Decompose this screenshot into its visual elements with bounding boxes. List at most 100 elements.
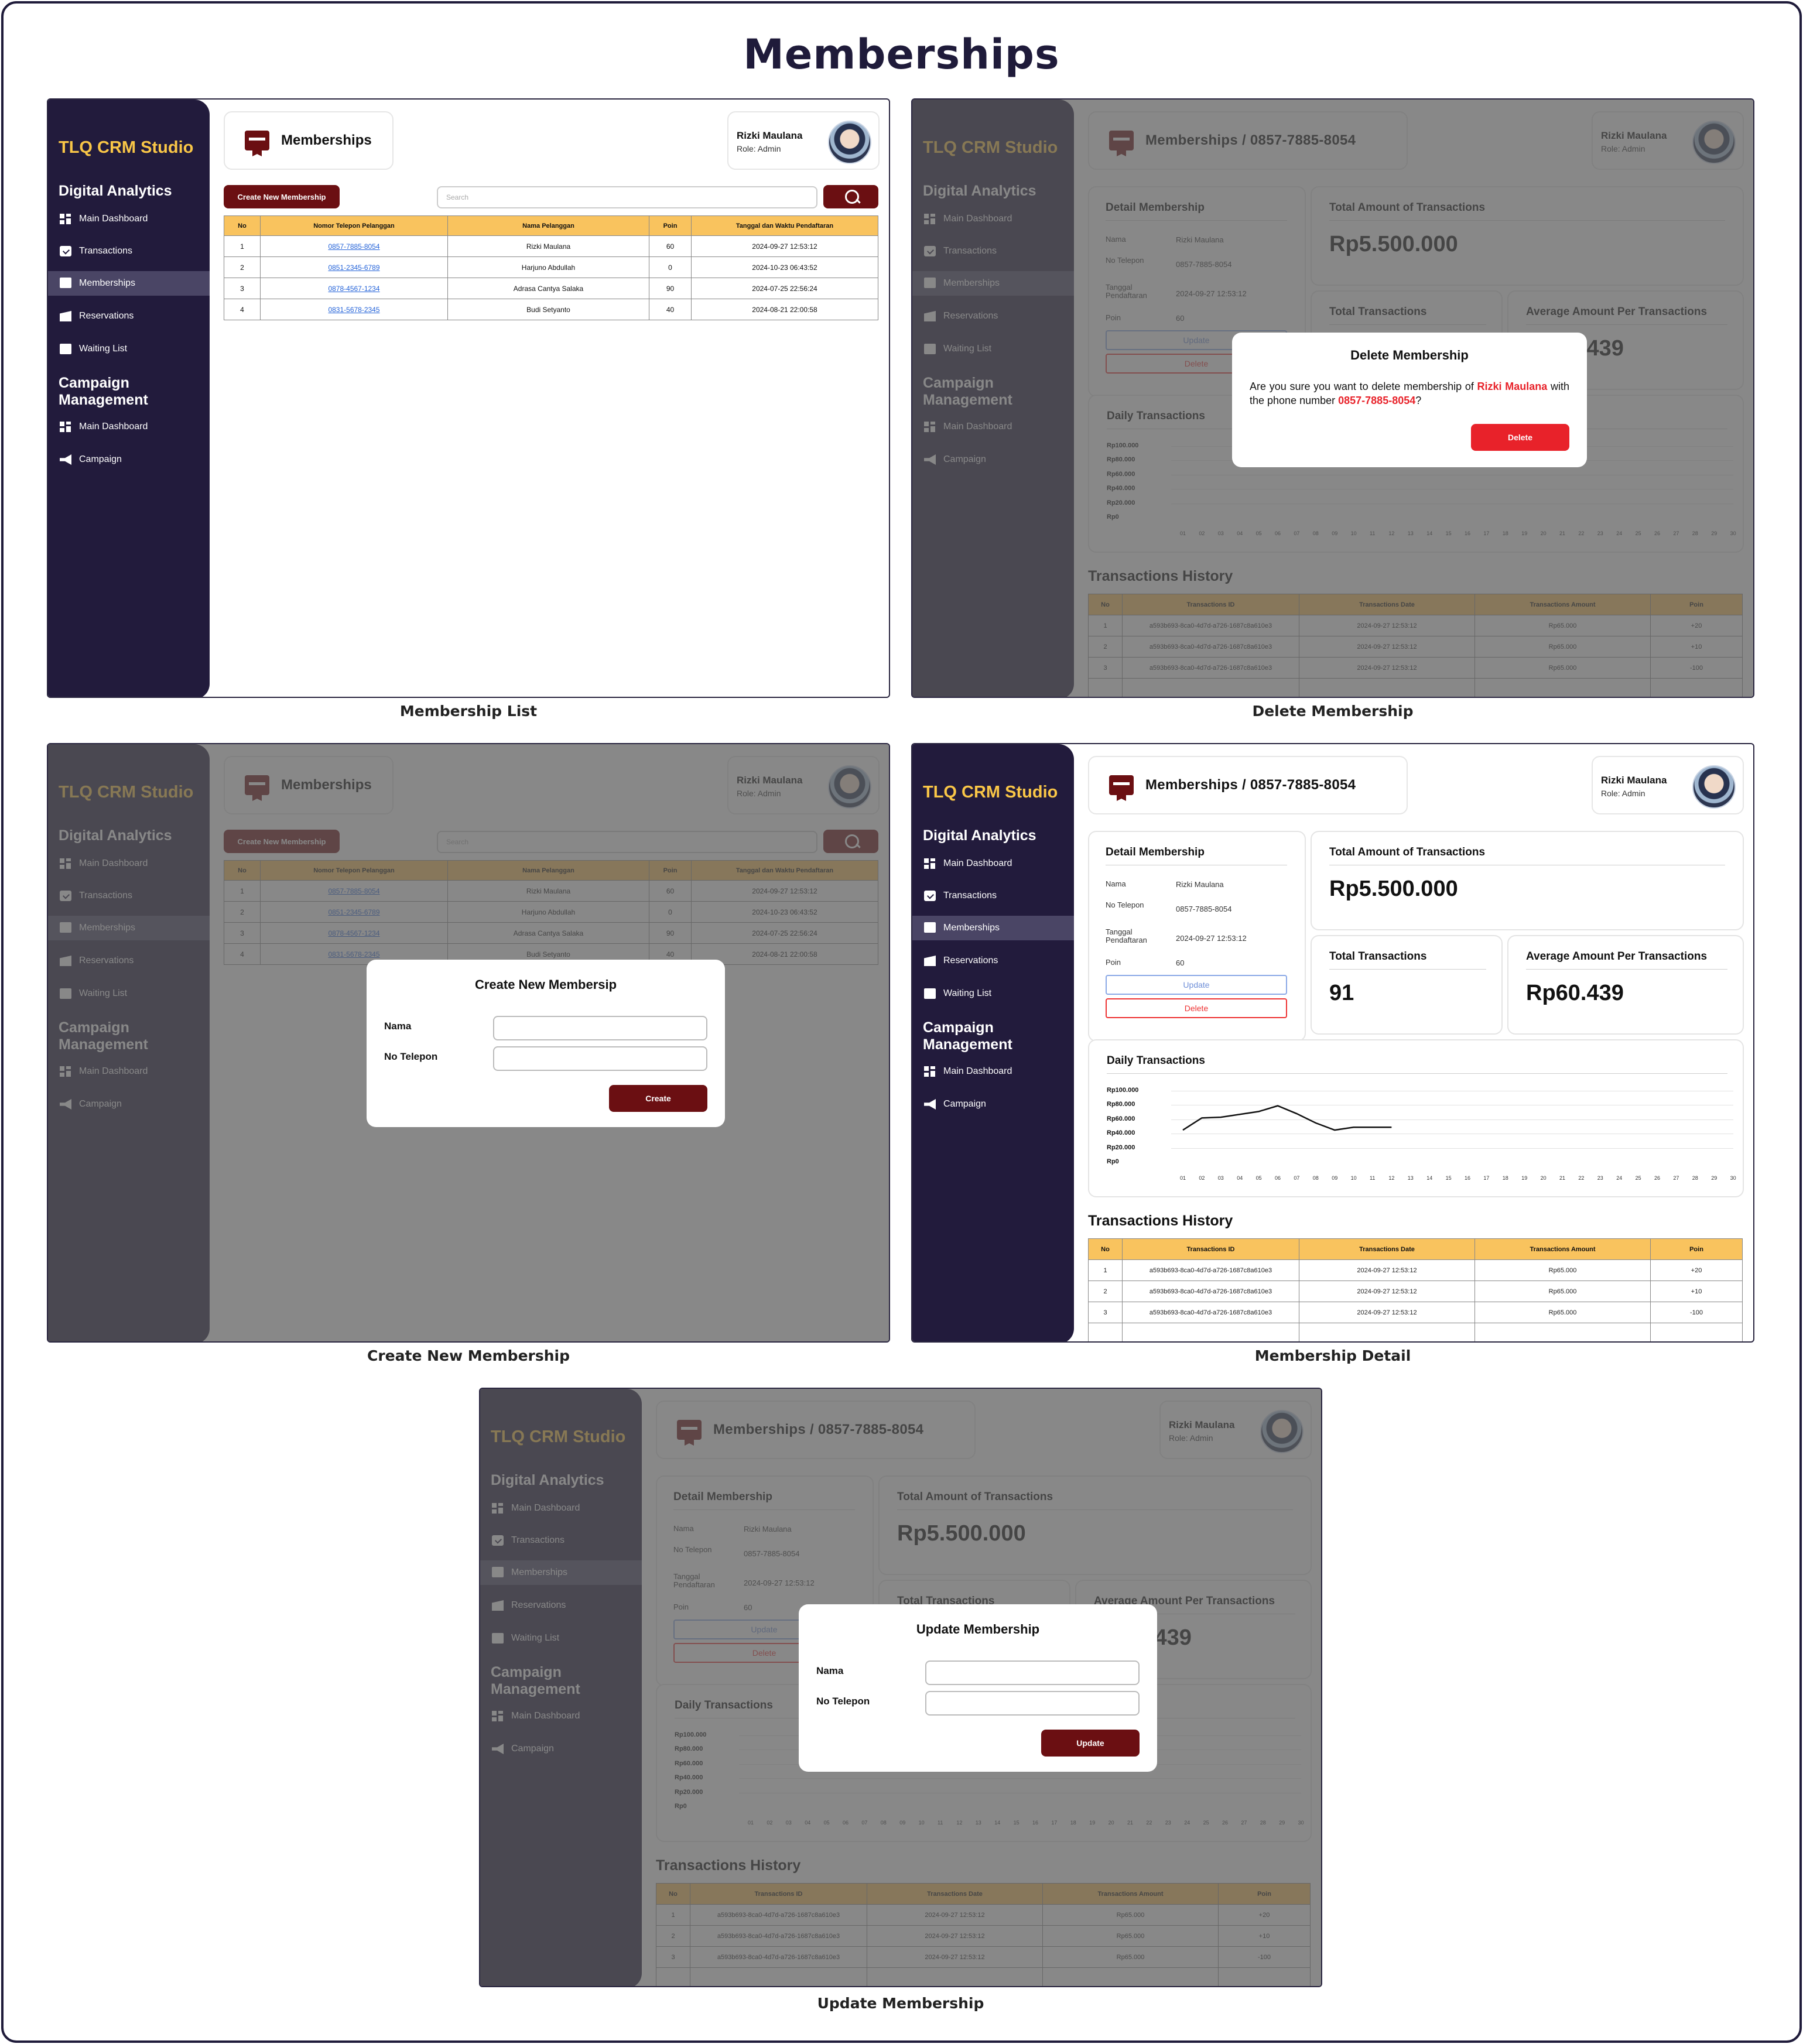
cell-no: 4 xyxy=(224,299,261,320)
cell-empty xyxy=(1122,1323,1299,1341)
phone-link[interactable]: 0831-5678-2345 xyxy=(328,306,379,314)
table-row[interactable]: 2 0851-2345-6789 Harjuno Abdullah02024-10-… xyxy=(224,256,878,278)
phone-link[interactable]: 0857-7885-8054 xyxy=(328,242,379,251)
board-title: Memberships xyxy=(743,30,1060,78)
cell-name: Harjuno Abdullah xyxy=(447,256,649,278)
user-profile-card[interactable]: Rizki Maulana Role: Admin xyxy=(1592,756,1744,814)
cell-empty xyxy=(1650,1323,1743,1341)
cell-amount: Rp65.000 xyxy=(1474,1302,1651,1323)
cell-no: 1 xyxy=(224,235,261,257)
label-no-telepon: No Telepon xyxy=(384,1051,438,1062)
delete-button[interactable]: Delete xyxy=(1106,998,1287,1018)
cell-date: 2024-07-25 22:56:24 xyxy=(691,278,878,299)
delete-confirm-text: Are you sure you want to delete membersh… xyxy=(1250,379,1569,408)
phone-input[interactable] xyxy=(925,1691,1140,1716)
cell-amount: Rp65.000 xyxy=(1474,1281,1651,1302)
cell-name: Adrasa Cantya Salaka xyxy=(447,278,649,299)
nama-input[interactable] xyxy=(493,1016,707,1040)
cell-phone: 0857-7885-8054 xyxy=(260,235,448,257)
field-key: No Telepon xyxy=(1106,901,1144,909)
waiting-list-icon xyxy=(924,988,936,999)
user-name: Rizki Maulana xyxy=(737,130,803,141)
nav-label: Campaign xyxy=(943,1099,986,1109)
label-nama: Nama xyxy=(384,1021,412,1032)
cell-empty xyxy=(1088,1323,1123,1341)
nav-campaign[interactable]: Campaign xyxy=(48,447,210,472)
confirm-delete-button[interactable]: Delete xyxy=(1471,424,1569,451)
cell-date: 2024-09-27 12:53:12 xyxy=(1299,1281,1475,1302)
search-button[interactable] xyxy=(823,185,878,208)
nav-campaign-dashboard[interactable]: Main Dashboard xyxy=(912,1059,1074,1084)
cell-empty xyxy=(1299,1323,1475,1341)
nav-main-dashboard[interactable]: Main Dashboard xyxy=(912,851,1074,876)
table-row[interactable]: 4 0831-5678-2345 Budi Setyanto402024-08-21… xyxy=(224,299,878,320)
nav-waiting-list[interactable]: Waiting List xyxy=(48,337,210,361)
transactions-history-table: No Transactions ID Transactions Date Tra… xyxy=(1088,1238,1743,1341)
create-button[interactable]: Create xyxy=(609,1085,707,1112)
cell-date: 2024-10-23 06:43:52 xyxy=(691,256,878,278)
memberships-icon xyxy=(1109,775,1134,795)
section-digital-analytics: Digital Analytics xyxy=(923,827,1036,844)
update-submit-button[interactable]: Update xyxy=(1041,1730,1140,1757)
field-value: 2024-09-27 12:53:12 xyxy=(1176,934,1247,943)
series-line xyxy=(1182,1105,1392,1131)
table-row[interactable]: 1a593b693-8ca0-4d7d-a726-1687c8a610e3202… xyxy=(1088,1259,1743,1281)
avatar[interactable] xyxy=(828,121,871,164)
user-name: Rizki Maulana xyxy=(1601,775,1667,786)
nav-campaign[interactable]: Campaign xyxy=(912,1092,1074,1117)
user-profile-card[interactable]: Rizki Maulana Role: Admin xyxy=(727,111,880,170)
nav-campaign-dashboard[interactable]: Main Dashboard xyxy=(48,415,210,439)
nav-main-dashboard[interactable]: Main Dashboard xyxy=(48,207,210,231)
total-amount-card: Total Amount of Transactions Rp5.500.000 xyxy=(1311,831,1744,930)
nav-label: Memberships xyxy=(79,278,136,288)
frame-membership-detail: Memberships / 0857-7885-8054 Detail Memb… xyxy=(911,743,1754,1343)
field-key: Poin xyxy=(1106,958,1121,967)
col-phone: Nomor Telepon Pelanggan xyxy=(260,215,448,236)
divider xyxy=(1329,969,1486,970)
sidebar: TLQ CRM Studio Digital Analytics Main Da… xyxy=(912,744,1074,1341)
create-membership-button[interactable]: Create New Membership xyxy=(224,185,340,208)
cell-poin: +10 xyxy=(1650,1281,1743,1302)
section-digital-analytics: Digital Analytics xyxy=(59,183,172,199)
nama-input[interactable] xyxy=(925,1660,1140,1685)
nav-reservations[interactable]: Reservations xyxy=(912,949,1074,973)
nav-label: Memberships xyxy=(943,923,1000,933)
brand-logo-text[interactable]: TLQ CRM Studio xyxy=(59,138,193,158)
table-row[interactable]: 1 0857-7885-8054 Rizki Maulana602024-09-27… xyxy=(224,235,878,257)
average-amount-value: Rp60.439 xyxy=(1526,981,1624,1005)
phone-link[interactable]: 0878-4567-1234 xyxy=(328,285,379,293)
avatar[interactable] xyxy=(1692,765,1736,809)
nav-label: Waiting List xyxy=(79,344,128,354)
page-title: Memberships xyxy=(281,132,372,148)
nav-transactions[interactable]: Transactions xyxy=(48,239,210,263)
nav-transactions[interactable]: Transactions xyxy=(912,884,1074,908)
table-row[interactable]: 3a593b693-8ca0-4d7d-a726-1687c8a610e3202… xyxy=(1088,1302,1743,1323)
nav-reservations[interactable]: Reservations xyxy=(48,304,210,328)
nav-memberships[interactable]: Memberships xyxy=(912,916,1074,940)
cell-poin: 90 xyxy=(649,278,692,299)
section-campaign-management: Campaign Management xyxy=(59,375,148,408)
update-button[interactable]: Update xyxy=(1106,975,1287,995)
cell-phone: 0851-2345-6789 xyxy=(260,256,448,278)
nav-memberships[interactable]: Memberships xyxy=(48,271,210,296)
average-amount-title: Average Amount Per Transactions xyxy=(1526,950,1708,963)
caption-membership-list: Membership List xyxy=(399,703,538,720)
table-row[interactable]: 2a593b693-8ca0-4d7d-a726-1687c8a610e3202… xyxy=(1088,1281,1743,1302)
search-input[interactable]: Search xyxy=(437,186,817,208)
table-row[interactable]: 3 0878-4567-1234 Adrasa Cantya Salaka90202… xyxy=(224,278,878,299)
col-no: No xyxy=(1088,1238,1123,1260)
nav-waiting-list[interactable]: Waiting List xyxy=(912,981,1074,1006)
design-board: Memberships Memberships Create New Membe… xyxy=(0,0,1803,2044)
memberships-icon xyxy=(60,278,71,288)
cell-id: a593b693-8ca0-4d7d-a726-1687c8a610e3 xyxy=(1122,1281,1299,1302)
field-value: Rizki Maulana xyxy=(1176,880,1224,889)
nav-label: Transactions xyxy=(943,891,997,901)
update-membership-modal: Update Membership Nama No Telepon Update xyxy=(799,1604,1157,1772)
phone-input[interactable] xyxy=(493,1046,707,1071)
cell-name: Rizki Maulana xyxy=(447,235,649,257)
phone-link[interactable]: 0851-2345-6789 xyxy=(328,263,379,272)
cell-phone: 0831-5678-2345 xyxy=(260,299,448,320)
modal-title: Delete Membership xyxy=(1350,348,1469,362)
brand-logo-text[interactable]: TLQ CRM Studio xyxy=(923,783,1058,802)
dashboard-icon xyxy=(60,214,71,224)
